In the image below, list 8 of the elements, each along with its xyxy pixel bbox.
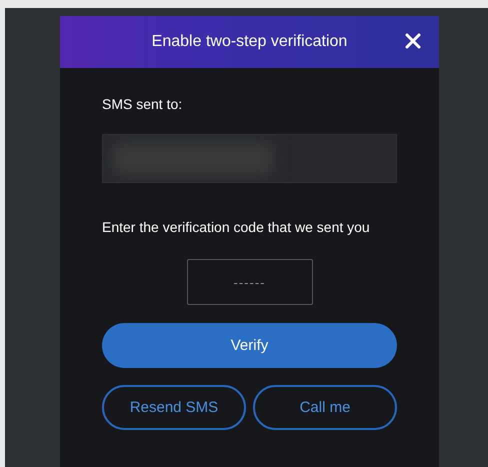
instruction-text: Enter the verification code that we sent you (102, 218, 371, 237)
verify-button[interactable]: Verify (102, 323, 397, 368)
sms-label: SMS sent to: (102, 96, 182, 112)
dialog-title: Enable two-step verification (152, 33, 348, 51)
code-field[interactable]: ------ (186, 259, 312, 305)
close-icon[interactable] (405, 33, 421, 49)
outline-button[interactable]: Call me (253, 385, 397, 430)
outline-button[interactable]: Resend SMS (102, 385, 246, 430)
